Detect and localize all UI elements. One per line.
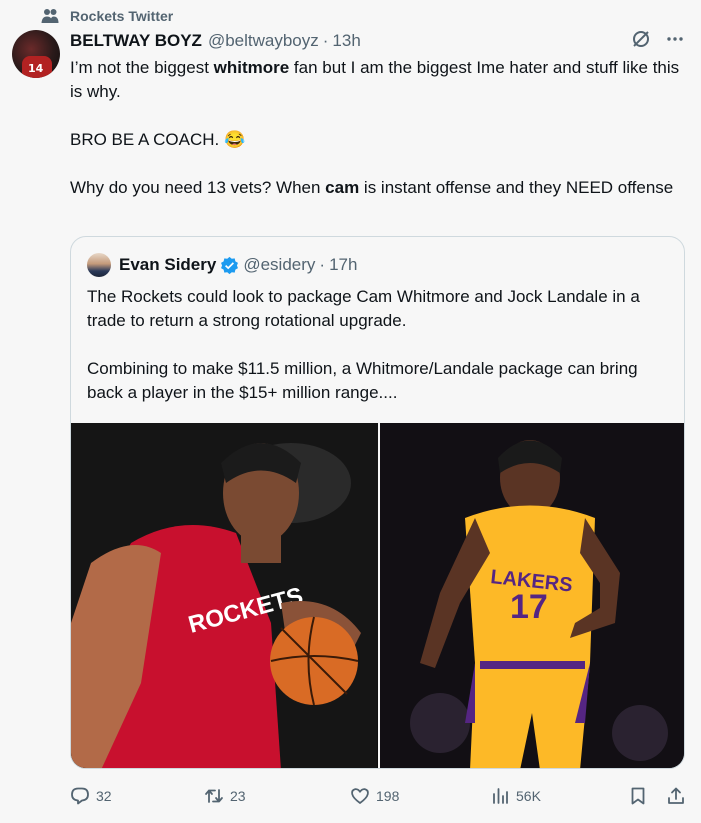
author-avatar[interactable]: 14 — [12, 30, 60, 78]
community-icon — [40, 6, 60, 26]
separator-dot: · — [322, 31, 329, 50]
tweet-paragraph-3: Why do you need 13 vets? When cam is ins… — [70, 178, 674, 197]
share-icon — [666, 786, 686, 806]
grok-icon[interactable] — [631, 29, 651, 54]
rockets-player-photo[interactable]: ROCKETS — [71, 423, 378, 768]
reply-button[interactable]: 32 — [70, 786, 112, 806]
reply-count: 32 — [96, 788, 112, 804]
reply-icon — [70, 786, 90, 806]
quote-paragraph-1: The Rockets could look to package Cam Wh… — [87, 287, 640, 330]
hashtag-whitmore[interactable]: whitmore — [214, 58, 290, 77]
quote-separator-dot: · — [319, 255, 326, 274]
author-handle[interactable]: @beltwayboyz — [208, 31, 319, 51]
engagement-bar: 32 23 198 56K — [70, 782, 690, 810]
like-button[interactable]: 198 — [350, 786, 399, 806]
heart-icon — [350, 786, 370, 806]
retweet-button[interactable]: 23 — [204, 786, 246, 806]
lakers-jersey-number: 17 — [510, 588, 548, 626]
quote-author-avatar[interactable] — [87, 253, 111, 277]
community-context[interactable]: Rockets Twitter — [40, 6, 173, 26]
quote-author-name[interactable]: Evan Sidery — [119, 255, 216, 275]
views-icon — [490, 786, 510, 806]
tweet-paragraph-1: I’m not the biggest whitmore fan but I a… — [70, 58, 680, 101]
quoted-tweet[interactable]: Evan Sidery @esidery · 17h The Rockets c… — [70, 236, 685, 769]
quote-author-handle[interactable]: @esidery — [243, 255, 315, 275]
tweet-header: BELTWAY BOYZ @beltwayboyz · 13h — [70, 30, 685, 52]
quote-paragraph-2: Combining to make $11.5 million, a Whitm… — [87, 359, 638, 402]
community-label[interactable]: Rockets Twitter — [70, 8, 173, 24]
quote-header: Evan Sidery @esidery · 17h — [87, 253, 357, 277]
bookmark-icon — [628, 786, 648, 806]
tweet-time[interactable]: 13h — [332, 31, 360, 51]
views-count: 56K — [516, 788, 541, 804]
quote-body: The Rockets could look to package Cam Wh… — [87, 285, 672, 429]
more-options-icon[interactable] — [665, 29, 685, 54]
views-button[interactable]: 56K — [490, 786, 541, 806]
retweet-count: 23 — [230, 788, 246, 804]
tweet-paragraph-2: BRO BE A COACH. 😂 — [70, 130, 246, 149]
verified-badge-icon — [220, 256, 239, 275]
retweet-icon — [204, 786, 224, 806]
quote-media: ROCKETS LAKERS 17 — [71, 423, 684, 768]
hashtag-cam[interactable]: cam — [325, 178, 359, 197]
tweet-body: I’m not the biggest whitmore fan but I a… — [70, 56, 680, 224]
like-count: 198 — [376, 788, 400, 804]
bookmark-button[interactable] — [628, 786, 648, 806]
lakers-player-photo[interactable]: LAKERS 17 — [379, 423, 684, 768]
author-name[interactable]: BELTWAY BOYZ — [70, 31, 202, 51]
share-button[interactable] — [666, 786, 686, 806]
quote-time[interactable]: 17h — [329, 255, 357, 275]
